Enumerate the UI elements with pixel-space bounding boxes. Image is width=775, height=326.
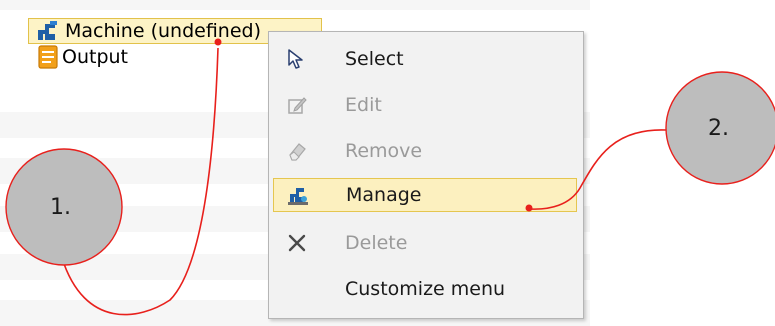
callout-anchor-1 xyxy=(214,38,222,46)
callout-line-2 xyxy=(529,129,667,210)
callout-layer xyxy=(5,38,775,316)
step-2-label: 2. xyxy=(708,116,729,141)
step-1-label: 1. xyxy=(50,195,71,220)
callout-anchor-2 xyxy=(525,204,533,212)
